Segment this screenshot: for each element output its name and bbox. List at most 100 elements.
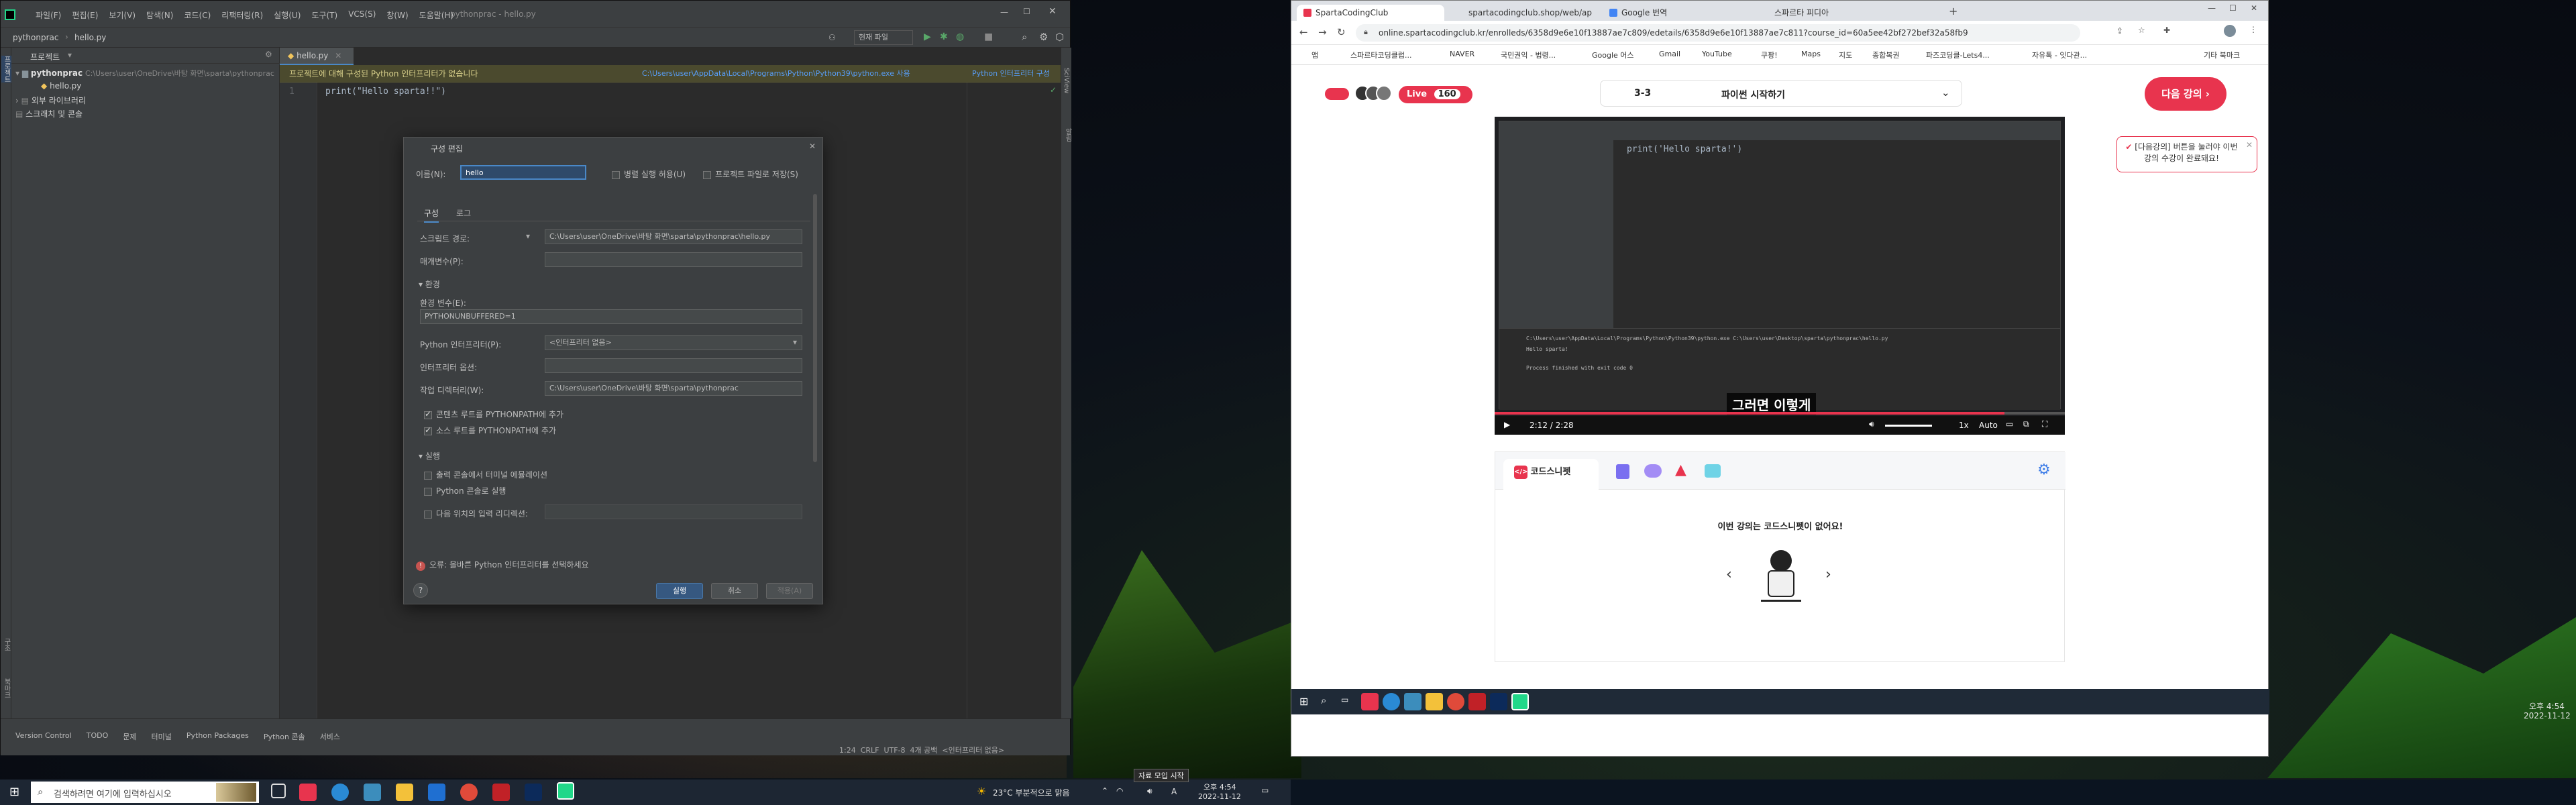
- tab-version-control[interactable]: Version Control: [15, 731, 72, 742]
- interp-opts-input[interactable]: [545, 358, 802, 373]
- tooltip-close-icon[interactable]: ✕: [2246, 140, 2253, 151]
- menu-item-view[interactable]: 보기(V): [109, 9, 136, 21]
- live-badge[interactable]: Live 160: [1399, 86, 1472, 103]
- stop-icon[interactable]: ■: [984, 32, 993, 42]
- editor-tab[interactable]: ◆ hello.py ✕: [280, 48, 354, 65]
- python-console-checkbox[interactable]: Python 콘솔로 실행: [424, 485, 506, 496]
- inner-start-icon[interactable]: ⊞: [1299, 695, 1308, 708]
- reload-icon[interactable]: ↻: [1337, 26, 1346, 38]
- inner-app-icon[interactable]: [1361, 693, 1379, 710]
- bookmark-lotto[interactable]: 종합복권: [1872, 50, 1899, 60]
- interp-select[interactable]: <인터프리터 없음>: [545, 335, 802, 350]
- warning-icon[interactable]: ▲: [1675, 462, 1686, 478]
- save-project-checkbox-box[interactable]: [703, 170, 711, 179]
- volume-slider[interactable]: [1885, 425, 1932, 427]
- save-project-checkbox[interactable]: 프로젝트 파일로 저장(S): [703, 168, 798, 180]
- redirect-input-checkbox[interactable]: 다음 위치의 입력 리디렉션:: [424, 508, 528, 519]
- browser-tab-translate[interactable]: Google 번역: [1603, 5, 1750, 21]
- strip-bookmarks[interactable]: 북마크: [1, 678, 11, 698]
- project-panel-chevron-icon[interactable]: ▾: [68, 50, 72, 60]
- inner-edge-icon[interactable]: [1383, 693, 1400, 710]
- bookmark-gmail[interactable]: Gmail: [1659, 50, 1680, 58]
- video-player[interactable]: print('Hello sparta!') C:\Users\user\App…: [1495, 117, 2065, 435]
- coverage-icon[interactable]: ◍: [956, 32, 964, 42]
- weather-icon[interactable]: ☀: [977, 785, 986, 798]
- lesson-selector[interactable]: 3-3 파이썬 시작하기 ⌄: [1600, 80, 1962, 107]
- fullscreen-icon[interactable]: ⛶: [2042, 419, 2047, 429]
- pip-icon[interactable]: ⧉: [2023, 419, 2029, 429]
- folder-icon[interactable]: [396, 784, 413, 801]
- star-icon[interactable]: ☆: [2138, 25, 2145, 35]
- run-config-select[interactable]: 현재 파일: [854, 30, 913, 45]
- quality-select[interactable]: Auto: [1979, 421, 1998, 430]
- back-icon[interactable]: ←: [1299, 26, 1308, 38]
- new-tab-icon[interactable]: +: [1949, 5, 1957, 17]
- name-input[interactable]: hello: [460, 165, 586, 180]
- subtitle-icon[interactable]: ▭: [2006, 419, 2013, 429]
- strip-structure[interactable]: 구조: [1, 638, 11, 651]
- params-input[interactable]: [545, 252, 802, 267]
- bookmark-earth[interactable]: Google 어스: [1592, 50, 1634, 60]
- tray-chevron-icon[interactable]: ⌃: [1102, 786, 1108, 796]
- bookmark-maps[interactable]: Maps: [1801, 50, 1821, 58]
- inner-app-icon[interactable]: [1404, 693, 1421, 710]
- dialog-tab-logs[interactable]: 로그: [456, 207, 471, 219]
- status-bar-right[interactable]: 1:24 CRLF UTF-8 4개 공백 <인터프리터 없음>: [839, 745, 1004, 755]
- debug-icon[interactable]: ✱: [940, 32, 948, 42]
- tab-code-snippet[interactable]: </> 코드스니펫: [1503, 459, 1599, 490]
- emulate-terminal-checkbox[interactable]: 출력 콘솔에서 터미널 에뮬레이션: [424, 469, 547, 480]
- browser-tab-sparta[interactable]: SpartaCodingClub: [1297, 5, 1444, 21]
- cancel-button[interactable]: 취소: [711, 583, 758, 599]
- notes-icon[interactable]: [1616, 464, 1629, 479]
- user-icon[interactable]: ⚇: [828, 33, 836, 42]
- inner-taskview-icon[interactable]: ▭: [1341, 695, 1348, 704]
- mail-icon[interactable]: [428, 784, 445, 801]
- bookmark-youtube[interactable]: YouTube: [1702, 50, 1732, 58]
- tree-file-hello[interactable]: ◆ hello.py: [41, 81, 81, 91]
- interp-dropdown-icon[interactable]: ▾: [793, 337, 797, 347]
- dialog-scrollbar[interactable]: [813, 194, 817, 462]
- kebab-menu-icon[interactable]: ⋮: [2249, 25, 2257, 34]
- app-icon[interactable]: [492, 784, 510, 801]
- sparta-logo[interactable]: [1325, 88, 1349, 100]
- env-section-toggle[interactable]: ▾ 환경: [419, 278, 440, 290]
- content-roots-checkbox[interactable]: 콘텐츠 루트를 PYTHONPATH에 추가: [424, 409, 564, 420]
- plugin-icon[interactable]: ⬡: [1055, 31, 1064, 43]
- dialog-close-icon[interactable]: ✕: [809, 142, 816, 151]
- tab-python-packages[interactable]: Python Packages: [186, 731, 249, 742]
- bookmark-law[interactable]: 국민권익 - 법령...: [1501, 50, 1556, 60]
- tab-python-console[interactable]: Python 콘솔: [264, 731, 305, 742]
- warning-configure-link[interactable]: Python 인터프리터 구성: [972, 65, 1050, 83]
- strip-project[interactable]: 프로젝트: [1, 56, 11, 83]
- breadcrumb-file[interactable]: hello.py: [74, 33, 106, 42]
- source-roots-checkbox[interactable]: 소스 루트를 PYTHONPATH에 추가: [424, 425, 556, 436]
- browser-close-button[interactable]: ✕: [2251, 3, 2257, 13]
- inner-pycharm-icon[interactable]: [1511, 693, 1529, 710]
- python-console-checkbox-box[interactable]: [424, 487, 432, 496]
- address-bar[interactable]: 🔒︎ online.spartacodingclub.kr/enrolleds/…: [1356, 24, 2080, 42]
- minimize-button[interactable]: —: [1000, 7, 1008, 17]
- bookmark-apps[interactable]: 앱: [1311, 50, 1318, 60]
- start-icon[interactable]: ⊞: [9, 785, 19, 799]
- menu-item-code[interactable]: 코드(C): [184, 9, 211, 21]
- profile-icon[interactable]: [2224, 25, 2236, 37]
- tab-terminal[interactable]: 터미널: [151, 731, 171, 742]
- gear-icon[interactable]: ⚙: [2037, 462, 2051, 478]
- emulate-terminal-checkbox-box[interactable]: [424, 471, 432, 480]
- menu-item-refactor[interactable]: 리팩터링(R): [221, 9, 263, 21]
- menu-item-file[interactable]: 파일(F): [36, 9, 61, 21]
- project-panel-gear-icon[interactable]: ⚙: [265, 50, 272, 59]
- browser-tab-shop[interactable]: spartacodingclub.shop/web/ap: [1450, 5, 1597, 21]
- taskbar-search-box[interactable]: ⌕ 검색하려면 여기에 입력하십시오: [31, 782, 259, 803]
- menu-item-navigate[interactable]: 탐색(N): [146, 9, 173, 21]
- edge-icon[interactable]: [331, 784, 349, 801]
- tree-external-libraries[interactable]: › ▤ 외부 라이브러리: [15, 95, 86, 106]
- tab-close-icon[interactable]: ✕: [335, 51, 341, 60]
- notification-icon[interactable]: ▭: [1261, 786, 1269, 795]
- tree-scratches[interactable]: ▤ 스크래치 및 콘솔: [15, 108, 83, 119]
- inner-chrome-icon[interactable]: [1447, 693, 1464, 710]
- tab-problems[interactable]: 문제: [123, 731, 136, 742]
- menu-item-tools[interactable]: 도구(T): [311, 9, 337, 21]
- inspection-ok-icon[interactable]: ✓: [1050, 85, 1057, 95]
- browser-tab-pedia[interactable]: 스파르타 피디아: [1756, 5, 1903, 21]
